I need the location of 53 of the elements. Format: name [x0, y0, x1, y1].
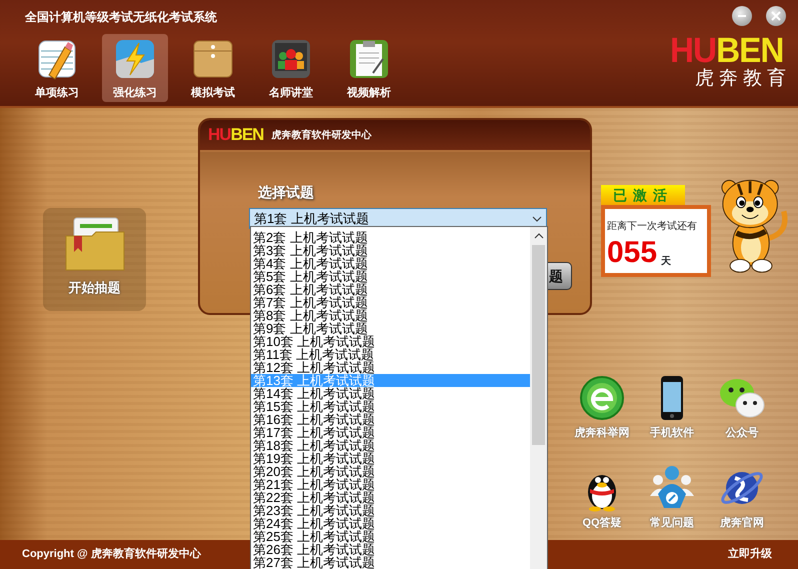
copyright-text: Copyright @ 虎奔教育软件研发中心	[22, 546, 201, 562]
dropdown-option[interactable]: 第18套 上机考试试题	[251, 439, 530, 452]
dropdown-option[interactable]: 第16套 上机考试试题	[251, 413, 530, 426]
close-button[interactable]	[766, 6, 786, 26]
dropdown-option[interactable]: 第17套 上机考试试题	[251, 426, 530, 439]
toolbar-tab[interactable]: 单项练习	[24, 34, 90, 102]
dropdown-option[interactable]: 第26套 上机考试试题	[251, 543, 530, 556]
scrollbar[interactable]	[530, 227, 547, 569]
dropdown-option[interactable]: 第5套 上机考试试题	[251, 270, 530, 283]
dropdown-option[interactable]: 第4套 上机考试试题	[251, 257, 530, 270]
dropdown-option[interactable]: 第27套 上机考试试题	[251, 556, 530, 569]
dropdown-option[interactable]: 第3套 上机考试试题	[251, 244, 530, 257]
dropdown-option[interactable]: 第8套 上机考试试题	[251, 309, 530, 322]
dropdown-option[interactable]: 第24套 上机考试试题	[251, 517, 530, 530]
clipboard-icon	[347, 37, 391, 81]
chevron-icon	[532, 216, 542, 222]
toolbar-tab[interactable]: 模拟考试	[180, 34, 246, 102]
logo-wordmark: HUBEN	[670, 34, 784, 68]
scroll-up-icon	[534, 231, 544, 241]
logo-name: 虎奔教育	[695, 68, 791, 90]
upgrade-link[interactable]: 立即升级	[728, 546, 772, 563]
close-icon	[771, 11, 781, 21]
dropdown-option[interactable]: 第20套 上机考试试题	[251, 465, 530, 478]
start-draw-tile[interactable]: 开始抽题	[43, 208, 146, 311]
countdown-caption: 距离下一次考试还有	[607, 220, 697, 233]
dropdown-option[interactable]: 第14套 上机考试试题	[251, 387, 530, 400]
dialog-title: 虎奔教育软件研发中心	[271, 128, 372, 142]
dropdown-option[interactable]: 第6套 上机考试试题	[251, 283, 530, 296]
dropdown-option[interactable]: 第11套 上机考试试题	[251, 348, 530, 361]
countdown-unit: 天	[661, 255, 672, 269]
minimize-button[interactable]	[732, 6, 752, 26]
dropdown-option[interactable]: 第2套 上机考试试题	[251, 231, 530, 244]
dropdown-option[interactable]: 第23套 上机考试试题	[251, 504, 530, 517]
toolbar-tab[interactable]: 视频解析	[336, 34, 402, 102]
dropdown-option[interactable]: 第10套 上机考试试题	[251, 335, 530, 348]
activation-status: 已激活	[601, 185, 685, 205]
people-screen-icon	[269, 37, 313, 81]
dropdown-option[interactable]: 第12套 上机考试试题	[251, 361, 530, 374]
dropdown-option[interactable]: 第7套 上机考试试题	[251, 296, 530, 309]
letter-e-badge-icon	[578, 374, 626, 422]
window-title: 全国计算机等级考试无纸化考试系统	[24, 9, 218, 26]
countdown-days: 055	[607, 237, 658, 269]
dropdown-option[interactable]: 第21套 上机考试试题	[251, 478, 530, 491]
select-label: 选择试题	[258, 183, 314, 202]
dropdown-option[interactable]: 第19套 上机考试试题	[251, 452, 530, 465]
lightning-icon	[113, 37, 157, 81]
toolbar-tab[interactable]: 强化练习	[102, 34, 168, 102]
toolbar-tab[interactable]: 名师讲堂	[258, 34, 324, 102]
dropdown-option[interactable]: 第9套 上机考试试题	[251, 322, 530, 335]
dropdown-option[interactable]: 第22套 上机考试试题	[251, 491, 530, 504]
dropdown-option[interactable]: 第25套 上机考试试题	[251, 530, 530, 543]
dropdown-option[interactable]: 第15套 上机考试试题	[251, 400, 530, 413]
dialog-logo: HUBEN	[208, 124, 264, 146]
